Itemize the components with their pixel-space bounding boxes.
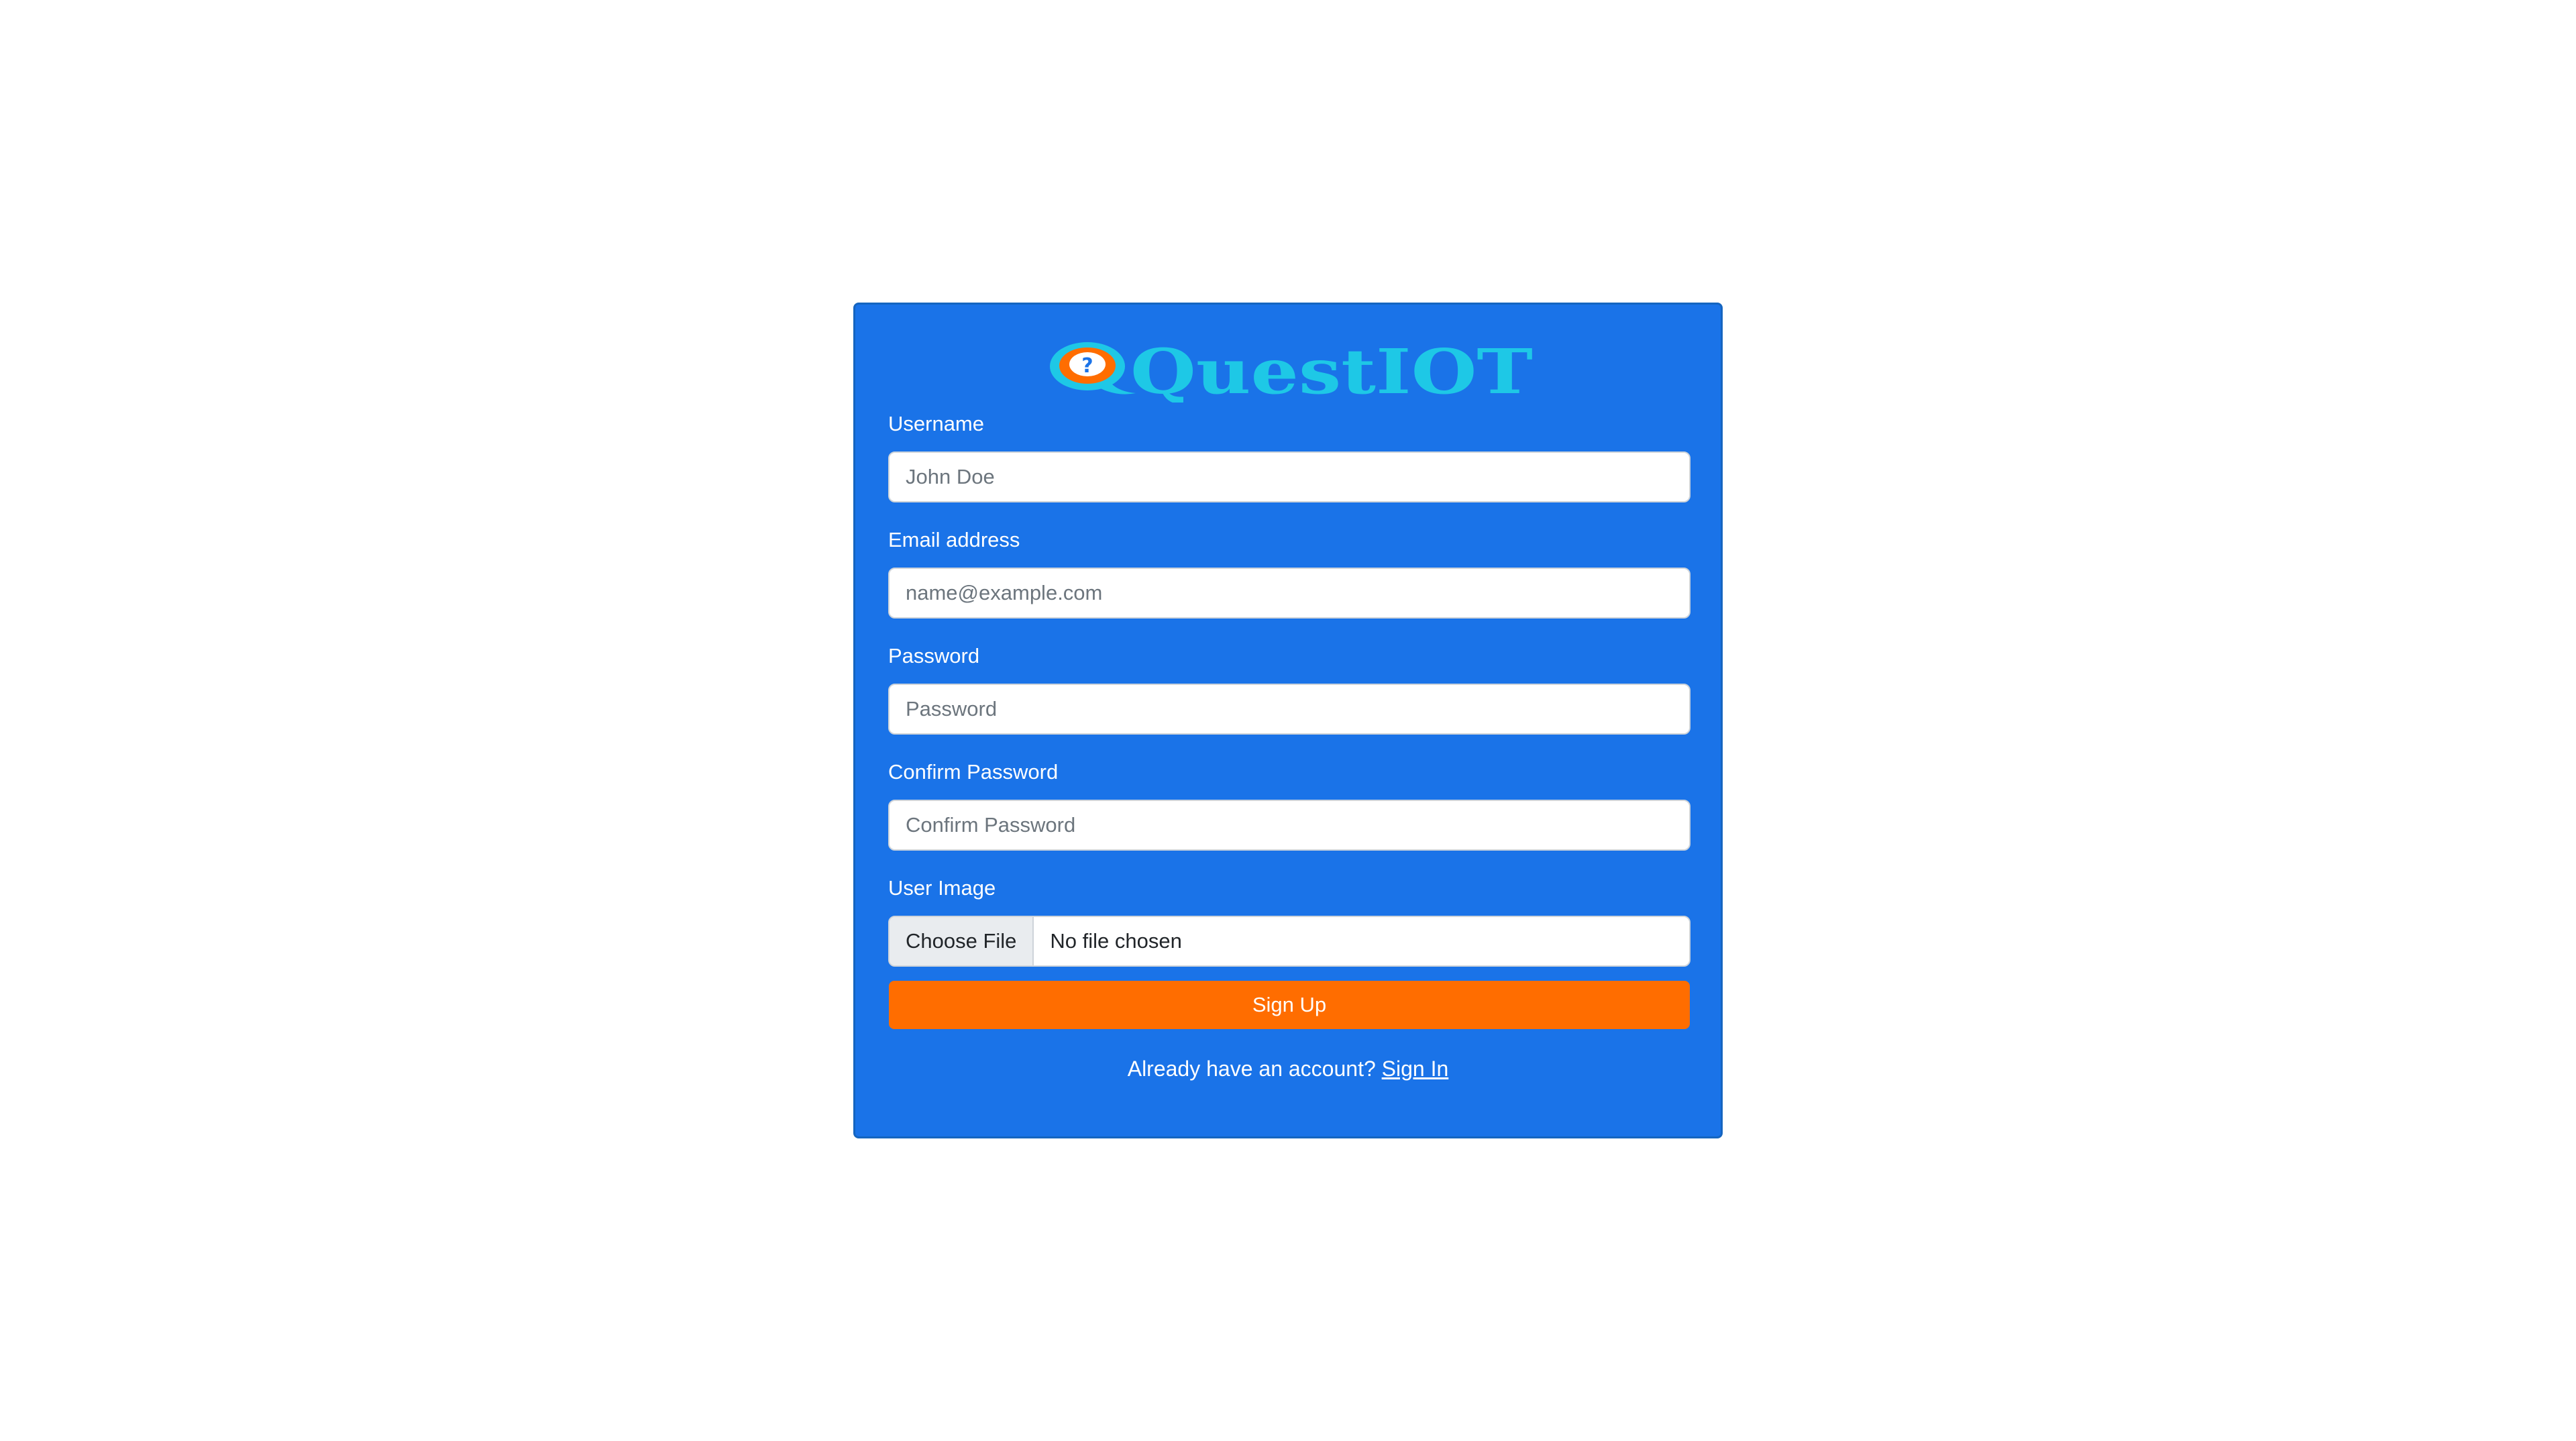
question-bubble-icon: ? [1050,342,1136,394]
password-input[interactable] [888,684,1690,735]
logo-wordmark: QuestIOT [1130,338,1533,403]
confirm-password-input[interactable] [888,800,1690,851]
user-image-label: User Image [888,876,996,900]
file-status-text: No file chosen [1050,929,1182,953]
signup-card: ? QuestIOT Username Email address Passwo… [853,303,1723,1138]
username-label: Username [888,412,984,435]
email-input[interactable] [888,568,1690,619]
sign-up-button[interactable]: Sign Up [889,981,1690,1029]
password-label: Password [888,644,980,668]
signin-prompt: Already have an account? Sign In [855,1055,1721,1082]
choose-file-button[interactable]: Choose File [890,917,1034,965]
confirm-password-label: Confirm Password [888,760,1059,784]
svg-text:?: ? [1081,354,1093,378]
questiot-logo: ? QuestIOT [1050,338,1533,403]
sign-in-link[interactable]: Sign In [1382,1057,1449,1081]
username-input[interactable] [888,451,1690,502]
user-image-file-input[interactable]: Choose File No file chosen [888,916,1690,967]
email-label: Email address [888,528,1020,551]
signin-prompt-text: Already have an account? [1127,1057,1382,1081]
